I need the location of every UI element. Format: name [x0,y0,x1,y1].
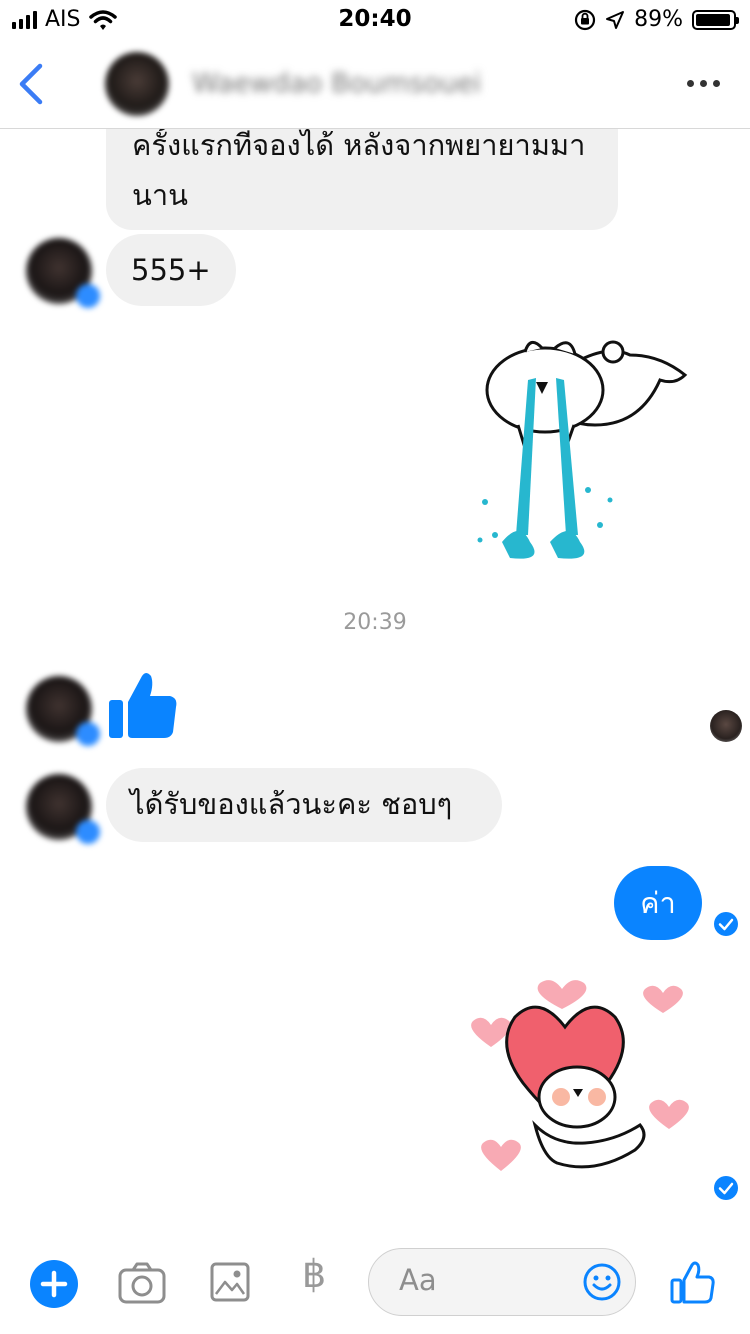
orientation-lock-icon [574,9,596,30]
back-chevron-icon[interactable] [16,62,46,106]
incoming-message[interactable]: ได้รับของแล้วนะคะ ชอบๆ [106,768,502,842]
chat-header: Waewdao Boumsouei [0,40,750,129]
read-receipt-avatar [710,710,742,742]
battery-icon [692,9,739,30]
status-right: 89% [574,7,739,32]
incoming-message[interactable]: 555+ [106,234,236,306]
message-input[interactable]: Aa [368,1248,636,1316]
message-text: ครั้งแรกที่จองได้ หลังจากพยายามมานาน [132,128,586,212]
messenger-badge-icon [76,284,100,308]
outgoing-message[interactable]: ค่า [614,866,702,940]
message-text: 555+ [131,253,211,287]
gallery-icon[interactable] [210,1262,250,1302]
message-text: ได้รับของแล้วนะคะ ชอบๆ [130,787,453,821]
camera-icon[interactable] [118,1262,166,1304]
check-icon [714,912,738,936]
composer-bar: ฿ Aa [0,1240,750,1334]
check-icon [714,1176,738,1200]
messenger-badge-icon [76,820,100,844]
location-icon [606,10,625,29]
sender-avatar[interactable] [26,774,100,844]
like-outline-icon[interactable] [670,1260,716,1304]
battery-percent: 89% [634,7,683,32]
contact-avatar[interactable] [105,52,169,116]
message-text: ค่า [640,886,676,920]
crying-sticker[interactable] [470,330,700,570]
plus-icon[interactable] [30,1260,78,1308]
sender-avatar[interactable] [26,676,100,746]
messenger-badge-icon [76,722,100,746]
status-bar: AIS 20:40 89% [0,0,750,40]
smiley-icon[interactable] [582,1262,622,1302]
message-timestamp: 20:39 [343,610,407,635]
more-icon[interactable] [687,80,720,87]
thumbs-up-icon[interactable] [106,668,180,742]
message-input-placeholder: Aa [399,1263,437,1297]
contact-name[interactable]: Waewdao Boumsouei [192,68,481,99]
sender-avatar[interactable] [26,238,100,308]
heart-sticker[interactable] [465,965,697,1185]
payment-icon[interactable]: ฿ [302,1252,326,1296]
